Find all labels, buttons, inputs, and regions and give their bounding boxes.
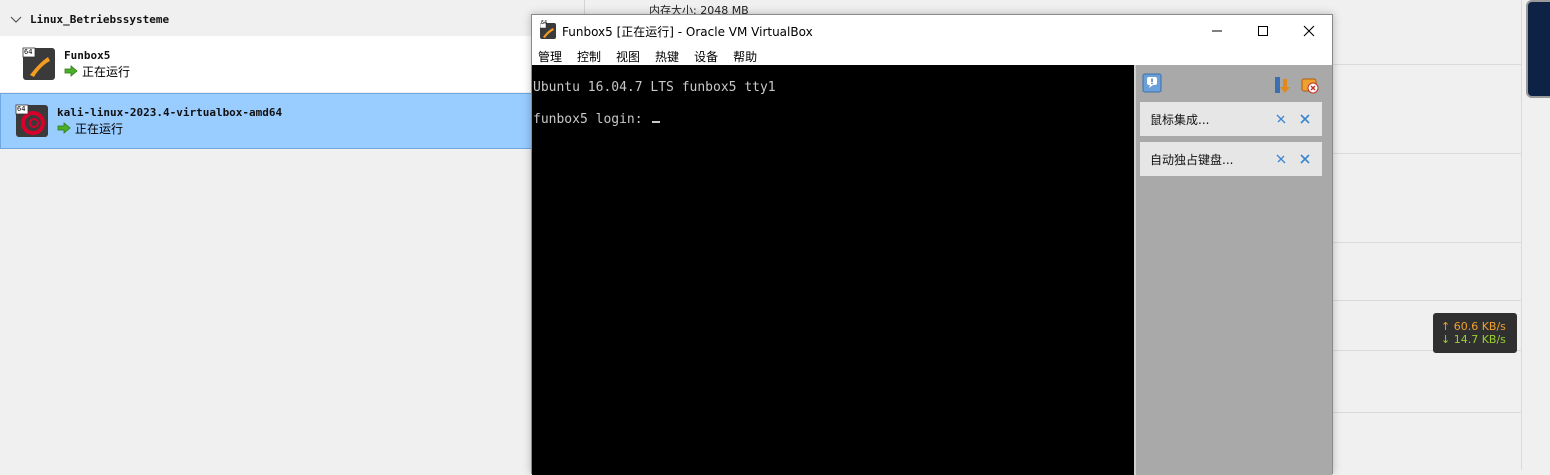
menu-machine[interactable]: 管理: [538, 48, 562, 65]
text-cursor: [652, 121, 661, 123]
console-login-line: funbox5 login:: [533, 112, 661, 127]
debian-os-icon: 64: [15, 104, 49, 138]
app-badge: 64: [541, 20, 548, 26]
close-icon: [1300, 154, 1310, 164]
ubuntu-os-icon: 64: [22, 47, 56, 81]
title-bar[interactable]: Funbox5 [正在运行] - Oracle VM VirtualBox: [532, 15, 1332, 47]
minimize-button[interactable]: [1194, 15, 1240, 47]
window-controls: [1194, 15, 1332, 47]
notification-bubble-icon[interactable]: [1142, 73, 1162, 93]
chevron-down-icon[interactable]: [10, 13, 22, 25]
vm-list-item-kali[interactable]: 64 kali-linux-2023.4-virtualbox-amd64 正在…: [0, 93, 532, 149]
guest-console-screen[interactable]: Ubuntu 16.04.7 LTS funbox5 tty1 funbox5 …: [532, 65, 1134, 475]
notification-center: 鼠标集成... 自动独占键盘...: [1134, 65, 1332, 475]
menu-view[interactable]: 视图: [616, 48, 640, 65]
vm-window: Funbox5 [正在运行] - Oracle VM VirtualBox 管理…: [531, 14, 1333, 475]
notification-text: 自动独占键盘...: [1150, 152, 1234, 167]
clear-all-icon[interactable]: [1300, 75, 1320, 95]
console-login-prompt: funbox5 login:: [533, 112, 651, 127]
upload-speed: ↑ 60.6 KB/s: [1441, 320, 1506, 333]
vm-list-pane: Linux_Betriebssysteme 64 Funbox5 正在运行 64…: [0, 0, 532, 472]
vm-name: kali-linux-2023.4-virtualbox-amd64: [57, 105, 283, 119]
notification-mouse-integration[interactable]: 鼠标集成...: [1140, 102, 1322, 136]
running-arrow-icon: [64, 65, 78, 77]
maximize-button[interactable]: [1240, 15, 1286, 47]
menu-bar: 管理 控制 视图 热键 设备 帮助: [532, 47, 1332, 65]
notification-pin-button[interactable]: [1274, 152, 1288, 166]
menu-help[interactable]: 帮助: [733, 48, 757, 65]
divider: [1521, 0, 1522, 470]
close-icon: [1300, 114, 1310, 124]
vm-group-header[interactable]: Linux_Betriebssysteme: [0, 4, 532, 34]
menu-hotkeys[interactable]: 热键: [655, 48, 679, 65]
window-title: Funbox5 [正在运行] - Oracle VM VirtualBox: [562, 24, 813, 39]
close-button[interactable]: [1286, 15, 1332, 47]
os-badge: 64: [24, 48, 33, 56]
running-arrow-icon: [57, 122, 71, 134]
pin-icon: [1276, 114, 1286, 124]
notification-close-button[interactable]: [1298, 112, 1312, 126]
maximize-icon: [1258, 26, 1268, 36]
vm-state: 正在运行: [57, 120, 282, 137]
notification-close-button[interactable]: [1298, 152, 1312, 166]
download-speed: ↓ 14.7 KB/s: [1441, 333, 1506, 346]
memory-size-label: 内存大小: 2048 MB: [649, 4, 749, 14]
vm-state-label: 正在运行: [75, 121, 124, 136]
network-speed-widget: ↑ 60.6 KB/s ↓ 14.7 KB/s: [1433, 313, 1517, 353]
minimize-icon: [1212, 30, 1222, 32]
console-banner: Ubuntu 16.04.7 LTS funbox5 tty1: [533, 80, 776, 95]
notification-toolbar: [1136, 65, 1332, 99]
vm-preview-thumbnail: [1526, 0, 1550, 98]
notification-pin-button[interactable]: [1274, 112, 1288, 126]
vm-group-name: Linux_Betriebssysteme: [30, 12, 170, 26]
notification-auto-capture-keyboard[interactable]: 自动独占键盘...: [1140, 142, 1322, 176]
menu-control[interactable]: 控制: [577, 48, 601, 65]
os-badge: 64: [17, 105, 26, 113]
notification-text: 鼠标集成...: [1150, 112, 1210, 127]
vm-name: Funbox5: [64, 48, 111, 62]
vm-state-label: 正在运行: [82, 64, 131, 79]
vm-list-item-funbox5[interactable]: 64 Funbox5 正在运行: [0, 36, 532, 92]
vm-state: 正在运行: [64, 63, 130, 80]
sort-order-icon[interactable]: [1272, 75, 1292, 95]
menu-devices[interactable]: 设备: [694, 48, 718, 65]
pin-icon: [1276, 154, 1286, 164]
close-icon: [1303, 25, 1315, 37]
